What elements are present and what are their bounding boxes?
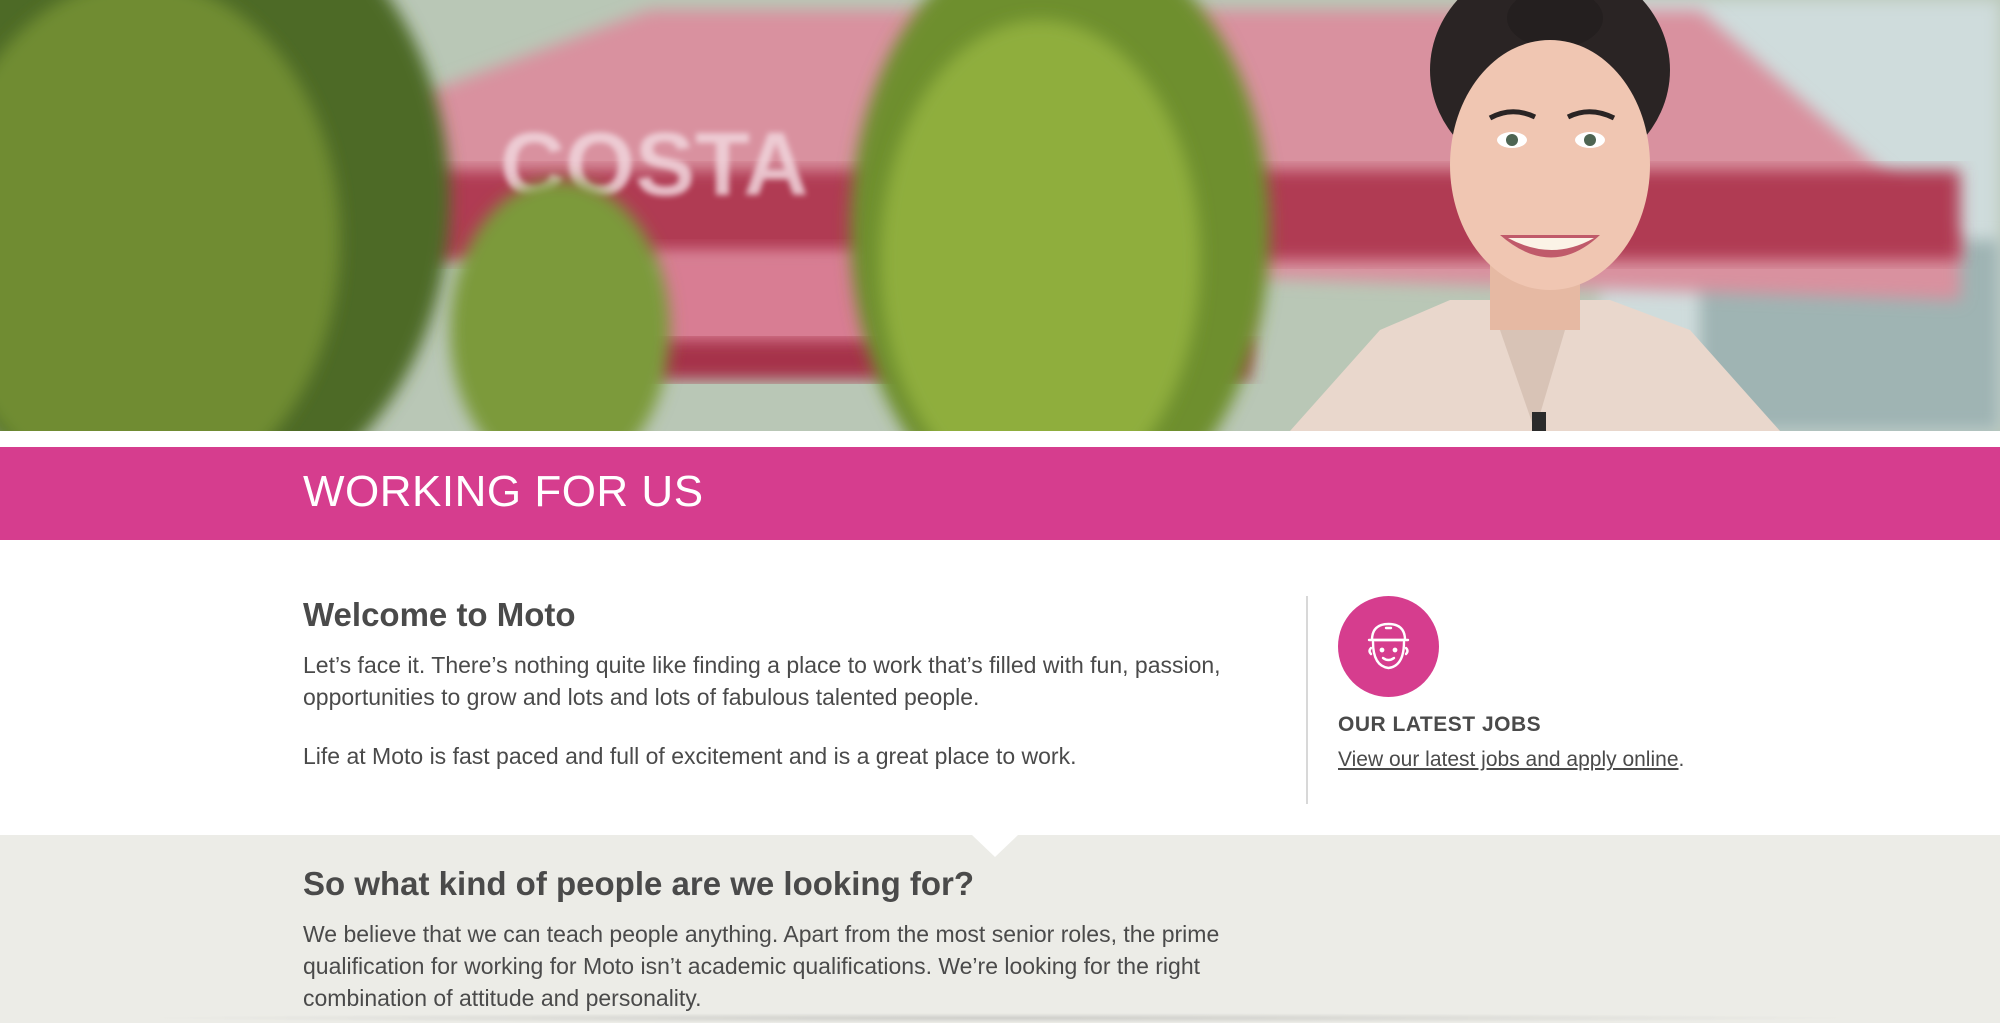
hero-image: COSTA [0, 0, 2000, 431]
intro-paragraph: Let’s face it. There’s nothing quite lik… [303, 652, 1221, 710]
latest-jobs-text: View our latest jobs and apply online. [1338, 748, 1684, 772]
hero-photo: COSTA [0, 0, 2000, 431]
latest-jobs-link[interactable]: View our latest jobs and apply online [1338, 748, 1679, 771]
people-section: So what kind of people are we looking fo… [0, 835, 2000, 1023]
worker-cap-icon [1338, 596, 1439, 697]
page-title: WORKING FOR US [303, 467, 704, 516]
page-banner: WORKING FOR US [0, 447, 2000, 540]
section-shadow [130, 1013, 1870, 1023]
intro-section: Welcome to Moto Let’s face it. There’s n… [0, 540, 2000, 835]
latest-jobs-heading: OUR LATEST JOBS [1338, 713, 1542, 736]
people-heading: So what kind of people are we looking fo… [303, 865, 975, 902]
section-notch [972, 835, 1018, 857]
people-paragraph: We believe that we can teach people anyt… [303, 921, 1220, 1011]
column-divider [1306, 596, 1308, 804]
hero-spacer [0, 431, 2000, 447]
link-trailing-punctuation: . [1678, 748, 1685, 771]
intro-heading: Welcome to Moto [303, 596, 576, 633]
intro-paragraph: Life at Moto is fast paced and full of e… [303, 743, 1077, 769]
